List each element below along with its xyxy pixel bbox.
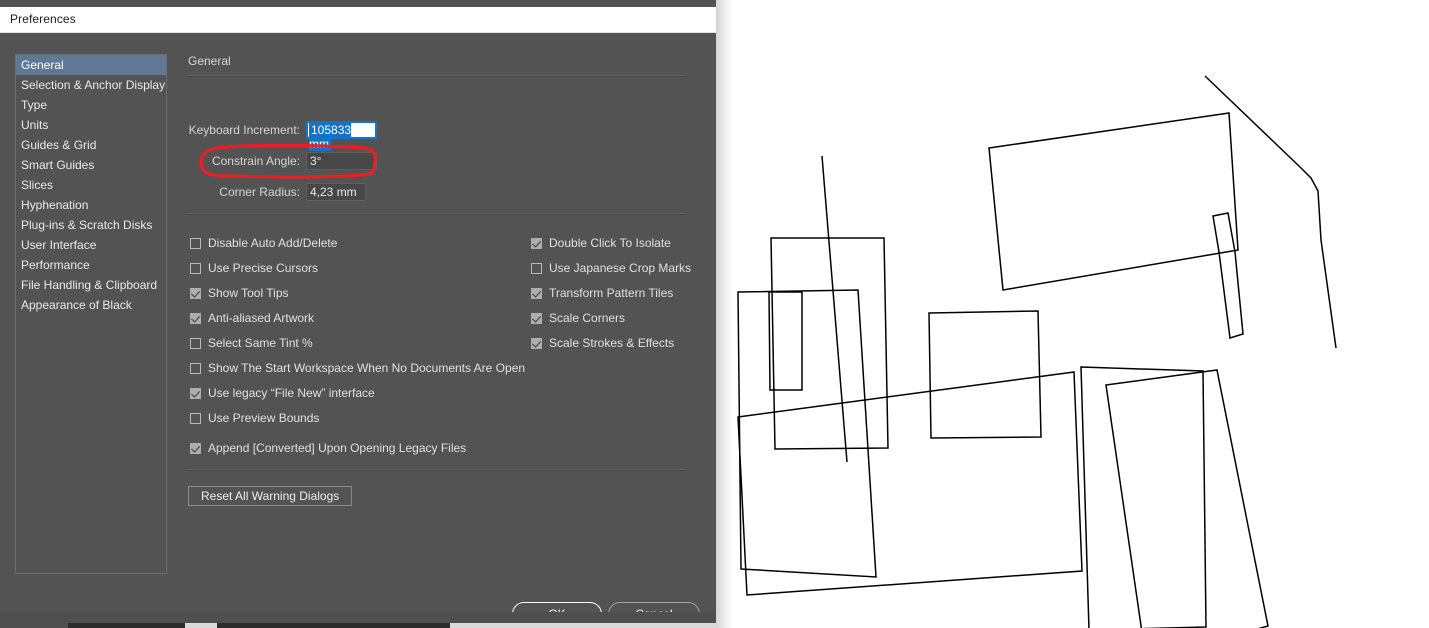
- checkbox-label: Use Precise Cursors: [208, 261, 319, 275]
- sidebar-item[interactable]: Appearance of Black: [16, 295, 166, 315]
- checkbox-row[interactable]: Transform Pattern Tiles: [531, 285, 673, 301]
- checkbox-unchecked-icon[interactable]: [531, 262, 542, 274]
- sidebar-item-label: Selection & Anchor Display: [21, 78, 166, 92]
- sidebar-item[interactable]: Units: [16, 115, 166, 135]
- checkbox-unchecked-icon[interactable]: [190, 262, 201, 274]
- divider-bottom: [188, 469, 685, 471]
- checkbox-row[interactable]: Disable Auto Add/Delete: [190, 235, 337, 251]
- keyboard-increment-value: 105833 mm: [309, 123, 352, 151]
- checkbox-row[interactable]: Show The Start Workspace When No Documen…: [190, 360, 525, 376]
- checkbox-row[interactable]: Double Click To Isolate: [531, 235, 671, 251]
- sidebar-item[interactable]: Type: [16, 95, 166, 115]
- keyboard-increment-label: Keyboard Increment:: [188, 123, 300, 137]
- sidebar-item[interactable]: Plug-ins & Scratch Disks: [16, 215, 166, 235]
- checkbox-checked-icon[interactable]: [190, 442, 201, 454]
- sidebar-item-label: File Handling & Clipboard: [21, 278, 158, 292]
- sidebar-item-label: Type: [21, 98, 48, 112]
- checkbox-row[interactable]: Select Same Tint %: [190, 335, 313, 351]
- sidebar-item[interactable]: User Interface: [16, 235, 166, 255]
- checkbox-checked-icon[interactable]: [190, 387, 201, 399]
- pane-title: General: [188, 54, 231, 68]
- checkbox-row[interactable]: Append [Converted] Upon Opening Legacy F…: [190, 440, 466, 456]
- sidebar-item-label: Performance: [21, 258, 90, 272]
- checkbox-label: Transform Pattern Tiles: [549, 286, 674, 300]
- preferences-dialog: Preferences General Selection & Anchor Di…: [0, 0, 716, 628]
- corner-radius-input[interactable]: 4,23 mm: [306, 183, 366, 201]
- corner-radius-label: Corner Radius:: [219, 185, 300, 199]
- divider-middle: [188, 213, 685, 215]
- checkbox-unchecked-icon[interactable]: [190, 412, 201, 424]
- checkbox-label: Anti-aliased Artwork: [208, 311, 315, 325]
- checkbox-label: Select Same Tint %: [208, 336, 313, 350]
- sidebar-item-label: Hyphenation: [21, 198, 89, 212]
- checkbox-unchecked-icon[interactable]: [190, 362, 201, 374]
- sidebar-item[interactable]: Slices: [16, 175, 166, 195]
- checkbox-label: Use legacy “File New” interface: [208, 386, 375, 400]
- checkbox-label: Disable Auto Add/Delete: [208, 236, 338, 250]
- divider-top: [188, 75, 685, 77]
- preferences-category-list[interactable]: General Selection & Anchor Display Type Uni…: [15, 54, 167, 574]
- checkbox-label: Scale Corners: [549, 311, 626, 325]
- checkbox-row[interactable]: Use Preview Bounds: [190, 410, 319, 426]
- artwork-linework: [737, 75, 1337, 628]
- constrain-angle-row: Constrain Angle: 3°: [188, 152, 377, 170]
- corner-radius-row: Corner Radius: 4,23 mm: [188, 183, 366, 201]
- dialog-titlebar[interactable]: Preferences: [0, 7, 716, 33]
- checkbox-label: Scale Strokes & Effects: [549, 336, 675, 350]
- checkbox-label: Append [Converted] Upon Opening Legacy F…: [208, 441, 467, 455]
- sidebar-item-label: Units: [21, 118, 49, 132]
- checkbox-unchecked-icon[interactable]: [190, 337, 201, 349]
- reset-all-warning-dialogs-button[interactable]: Reset All Warning Dialogs: [188, 486, 353, 506]
- sidebar-item[interactable]: File Handling & Clipboard: [16, 275, 166, 295]
- checkbox-row[interactable]: Scale Strokes & Effects: [531, 335, 674, 351]
- sidebar-item[interactable]: Guides & Grid: [16, 135, 166, 155]
- constrain-angle-label: Constrain Angle:: [211, 154, 300, 168]
- checkbox-checked-icon[interactable]: [531, 237, 542, 249]
- dialog-title: Preferences: [10, 12, 76, 26]
- sidebar-item-label: Plug-ins & Scratch Disks: [21, 218, 153, 232]
- checkbox-label: Show The Start Workspace When No Documen…: [208, 361, 526, 375]
- checkbox-checked-icon[interactable]: [531, 287, 542, 299]
- sidebar-item[interactable]: Smart Guides: [16, 155, 166, 175]
- sidebar-item[interactable]: General: [16, 55, 166, 75]
- sidebar-item-label: General: [21, 58, 64, 72]
- sidebar-item[interactable]: Performance: [16, 255, 166, 275]
- constrain-angle-input[interactable]: 3°: [306, 152, 377, 170]
- checkbox-label: Use Preview Bounds: [208, 411, 320, 425]
- checkbox-checked-icon[interactable]: [190, 287, 201, 299]
- checkbox-row[interactable]: Use Precise Cursors: [190, 260, 318, 276]
- sidebar-item[interactable]: Selection & Anchor Display: [16, 75, 166, 95]
- checkbox-checked-icon[interactable]: [531, 337, 542, 349]
- sidebar-item-label: Smart Guides: [21, 158, 95, 172]
- taskbar[interactable]: [0, 612, 716, 628]
- checkbox-row[interactable]: Scale Corners: [531, 310, 625, 326]
- checkbox-unchecked-icon[interactable]: [190, 237, 201, 249]
- sidebar-item-label: Appearance of Black: [21, 298, 132, 312]
- sidebar-item-label: Slices: [21, 178, 54, 192]
- sidebar-item-label: User Interface: [21, 238, 97, 252]
- document-canvas[interactable]: [716, 0, 1429, 628]
- dialog-body: General Selection & Anchor Display Type Uni…: [0, 33, 716, 626]
- checkbox-row[interactable]: Use legacy “File New” interface: [190, 385, 375, 401]
- checkbox-checked-icon[interactable]: [531, 312, 542, 324]
- checkbox-label: Show Tool Tips: [208, 286, 289, 300]
- checkbox-row[interactable]: Anti-aliased Artwork: [190, 310, 314, 326]
- taskbar-divider-1: [185, 623, 217, 628]
- checkbox-row[interactable]: Use Japanese Crop Marks: [531, 260, 691, 276]
- checkbox-row[interactable]: Show Tool Tips: [190, 285, 289, 301]
- checkbox-label: Double Click To Isolate: [549, 236, 671, 250]
- keyboard-increment-input[interactable]: 105833 mm: [306, 121, 377, 151]
- taskbar-item-2[interactable]: [217, 623, 450, 628]
- taskbar-item-1[interactable]: [68, 623, 185, 628]
- checkbox-label: Use Japanese Crop Marks: [549, 261, 692, 275]
- sidebar-item[interactable]: Hyphenation: [16, 195, 166, 215]
- checkbox-checked-icon[interactable]: [190, 312, 201, 324]
- keyboard-increment-row: Keyboard Increment: 105833 mm: [188, 121, 377, 151]
- taskbar-divider-2: [450, 623, 716, 628]
- sidebar-item-label: Guides & Grid: [21, 138, 97, 152]
